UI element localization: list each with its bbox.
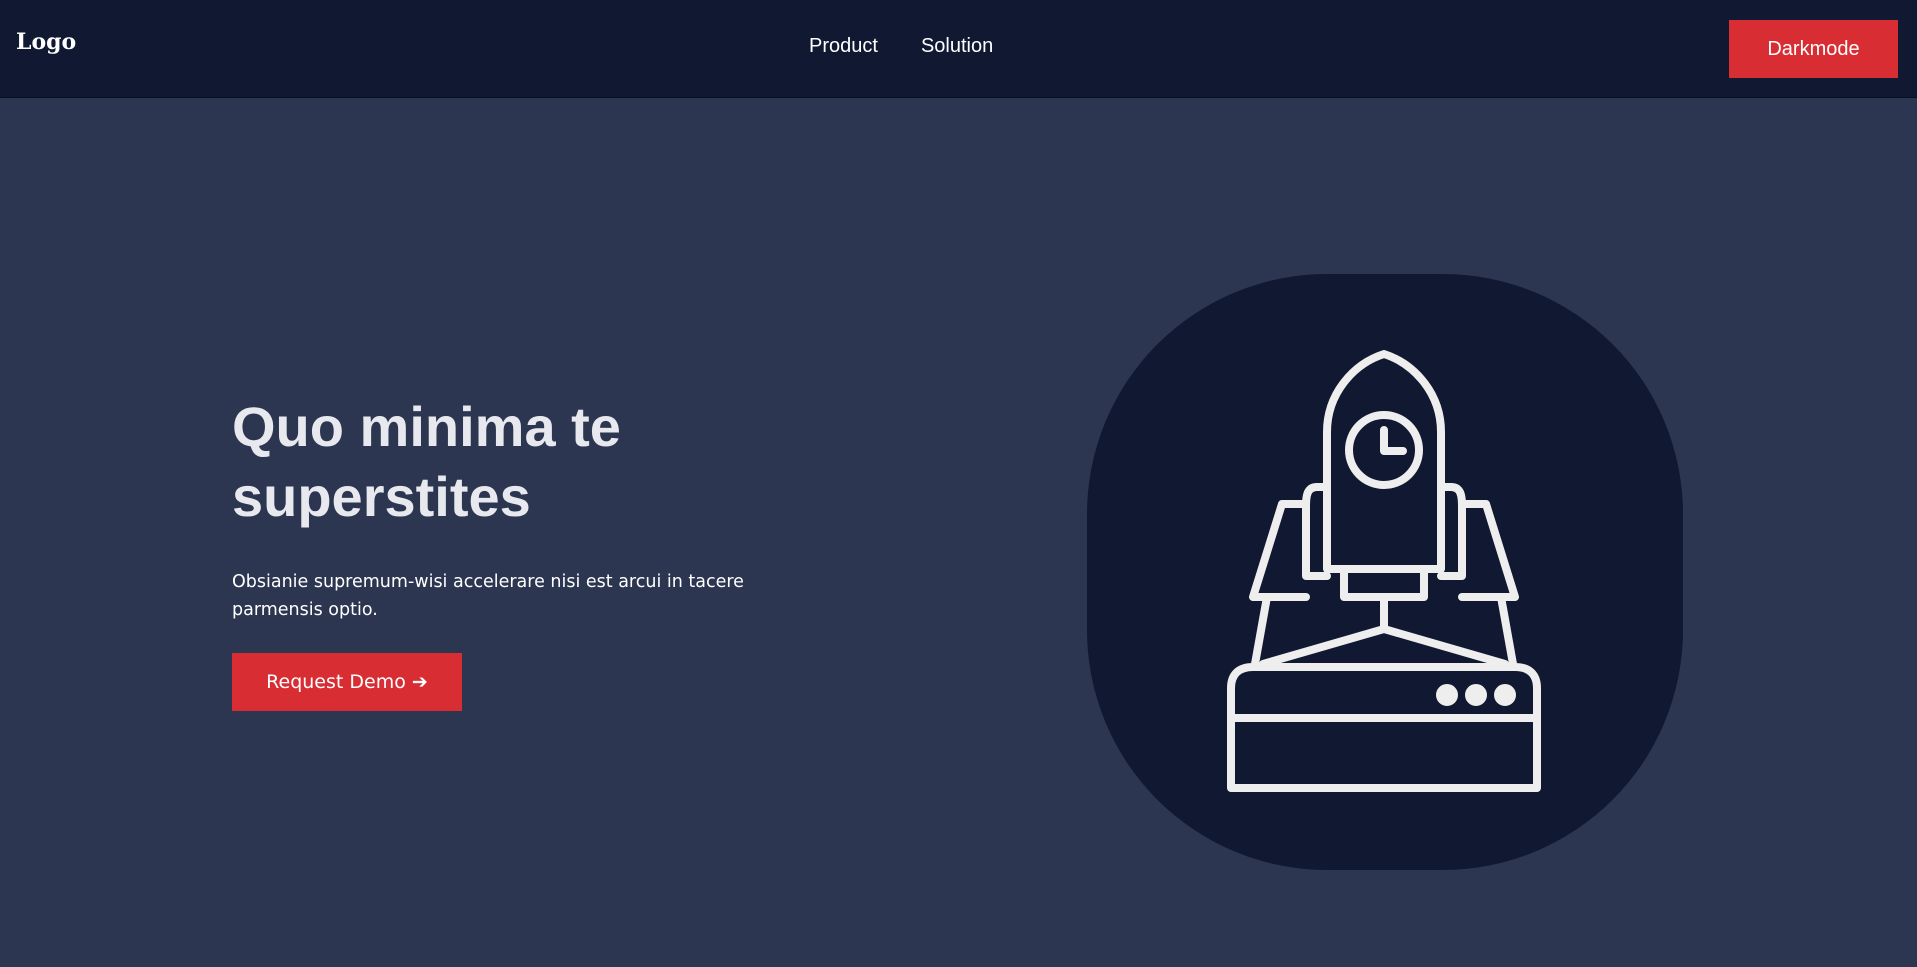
rocket-launch-icon: [1227, 350, 1541, 792]
request-demo-button[interactable]: Request Demo ➔: [232, 653, 462, 711]
nav-link-solution[interactable]: Solution: [921, 36, 993, 56]
hero-description: Obsianie supremum-wisi accelerare nisi e…: [232, 572, 744, 620]
darkmode-button[interactable]: Darkmode: [1729, 20, 1898, 78]
logo[interactable]: Logo: [16, 31, 76, 53]
nav-link-product[interactable]: Product: [809, 36, 878, 56]
hero-title: Quo minima te superstites: [232, 395, 621, 528]
nav-links: Product Solution: [809, 36, 993, 56]
hero-illustration: [1087, 274, 1683, 870]
navbar: Logo Product Solution Darkmode: [0, 0, 1917, 98]
